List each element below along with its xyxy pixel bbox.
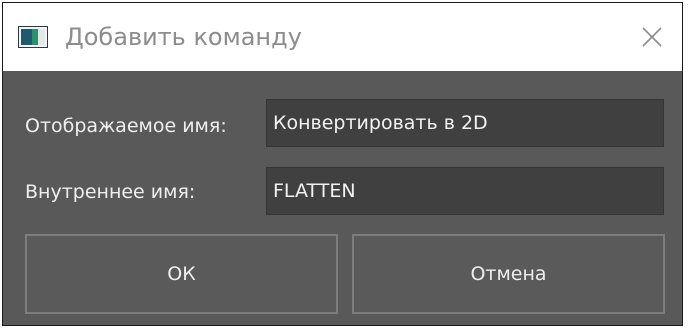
cancel-button[interactable]: Отмена — [352, 234, 665, 314]
title-bar[interactable]: Добавить команду — [3, 3, 682, 71]
add-command-dialog: Добавить команду Отображаемое имя: Внутр… — [2, 2, 683, 326]
close-icon[interactable] — [637, 22, 667, 52]
dialog-body: Отображаемое имя: Внутреннее имя: ОК Отм… — [3, 71, 682, 325]
window-title: Добавить команду — [65, 23, 302, 51]
ok-button[interactable]: ОК — [25, 234, 338, 314]
display-name-field[interactable] — [266, 99, 664, 147]
internal-name-label: Внутреннее имя: — [25, 181, 196, 203]
app-window-icon — [18, 26, 48, 48]
display-name-label: Отображаемое имя: — [25, 115, 227, 137]
internal-name-field[interactable] — [266, 167, 664, 215]
